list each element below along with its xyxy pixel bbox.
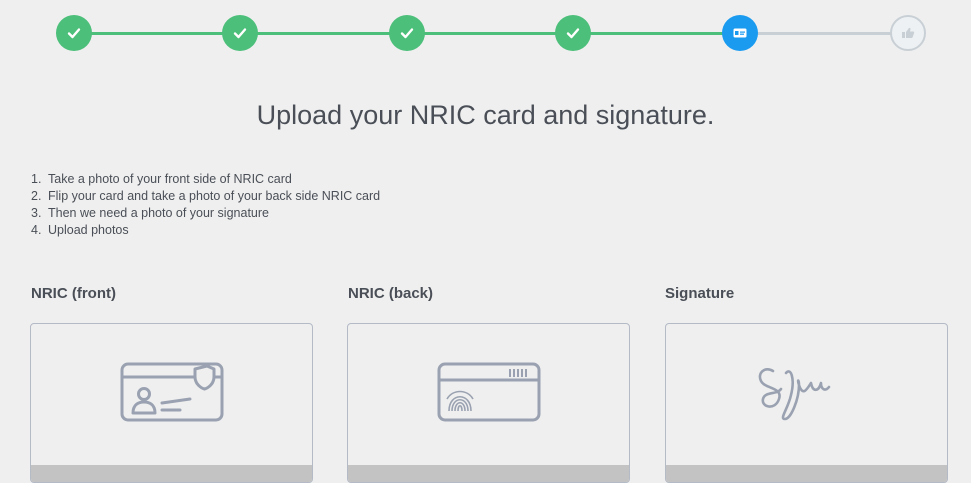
signature-label: Signature: [665, 285, 735, 302]
step-3: [389, 15, 425, 51]
signature-icon: [758, 368, 830, 421]
nric-back-upload-area[interactable]: [347, 323, 630, 483]
check-icon: [400, 28, 414, 39]
nric-back-label: NRIC (back): [348, 285, 434, 302]
list-item: 2. Flip your card and take a photo of you…: [31, 189, 381, 203]
upload-bar: [666, 465, 947, 482]
page-title: Upload your NRIC card and signature.: [256, 100, 715, 130]
id-card-icon: [733, 28, 747, 38]
id-card-front-icon: [120, 362, 223, 422]
instructions-list: 1. Take a photo of your front side of NRI…: [31, 171, 380, 239]
step-5-current: [722, 15, 758, 51]
stepper-line-incomplete: [740, 32, 908, 35]
list-item: 4. Upload photos: [31, 223, 129, 237]
progress-stepper: [0, 0, 971, 70]
signature-upload-area[interactable]: [665, 323, 948, 483]
step-4: [555, 15, 591, 51]
check-icon: [233, 28, 247, 39]
list-item: 3. Then we need a photo of your signature: [31, 206, 269, 220]
thumbs-up-icon: [902, 27, 915, 38]
nric-front-upload-area[interactable]: [30, 323, 313, 483]
nric-front-label: NRIC (front): [31, 285, 116, 302]
step-1: [56, 15, 92, 51]
upload-bar: [31, 465, 312, 482]
step-6: [890, 15, 926, 51]
id-card-back-fingerprint-icon: [437, 362, 540, 422]
list-item: 1. Take a photo of your front side of NRI…: [31, 172, 292, 186]
step-2: [222, 15, 258, 51]
upload-bar: [348, 465, 629, 482]
check-icon: [566, 28, 580, 39]
check-icon: [67, 28, 81, 39]
